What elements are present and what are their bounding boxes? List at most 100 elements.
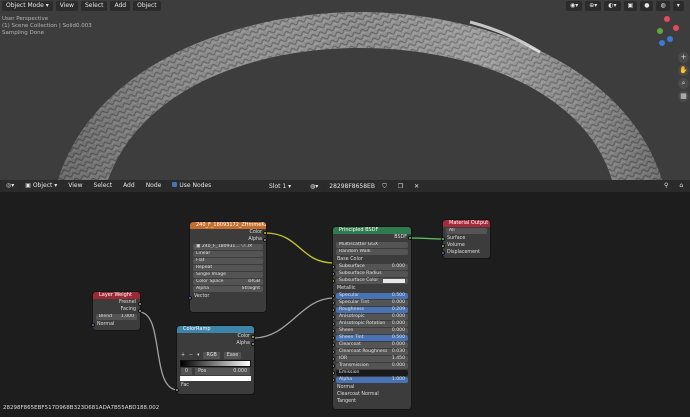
bsdf-input-value: 0.000 bbox=[391, 328, 405, 333]
subsurface-method-dropdown[interactable]: Random Walk bbox=[336, 249, 408, 255]
volume-socket[interactable] bbox=[441, 244, 445, 248]
image-name-field[interactable]: ▣ 240_F_180931... ⛉❐✕ bbox=[193, 244, 263, 250]
alpha-mode-dropdown[interactable]: Alpha Straight bbox=[193, 286, 263, 292]
layer-weight-title[interactable]: Layer Weight bbox=[93, 292, 140, 299]
stop-color-swatch[interactable] bbox=[180, 376, 251, 381]
bsdf-input-socket[interactable] bbox=[333, 371, 335, 375]
interpolation-dropdown[interactable]: Linear bbox=[193, 251, 263, 257]
bsdf-input-emission[interactable]: Emission bbox=[333, 370, 408, 376]
output-in-volume: Volume bbox=[447, 243, 465, 248]
bsdf-input-clearcoat-roughness[interactable]: Clearcoat Roughness 0.030 bbox=[333, 349, 408, 355]
output-title[interactable]: Material Output bbox=[443, 220, 490, 227]
gizmo-neg-z-icon[interactable] bbox=[667, 36, 673, 42]
bsdf-input-socket[interactable] bbox=[333, 272, 335, 276]
bsdf-input-value: 0.500 bbox=[391, 335, 405, 340]
ramp-color-socket[interactable] bbox=[251, 335, 255, 339]
bsdf-input-subsurface-color[interactable]: Subsurface Color bbox=[333, 278, 408, 284]
ramp-alpha-socket[interactable] bbox=[251, 342, 255, 346]
fresnel-socket[interactable] bbox=[138, 302, 142, 306]
source-dropdown[interactable]: Single Image bbox=[193, 272, 263, 278]
gizmo-y-axis-icon[interactable] bbox=[657, 28, 663, 34]
blend-field[interactable]: Blend 1.000 bbox=[96, 314, 137, 320]
bsdf-input-socket[interactable] bbox=[333, 322, 335, 326]
ramp-menu-icon[interactable]: ▾ bbox=[197, 352, 199, 359]
colorramp-node[interactable]: ColorRamp Color Alpha + − ▾ RGB Ease 0 P… bbox=[177, 326, 254, 394]
image-color-socket[interactable] bbox=[263, 231, 267, 235]
material-output-node[interactable]: Material Output All Surface Volume Displ… bbox=[443, 220, 490, 258]
projection-dropdown[interactable]: Flat bbox=[193, 258, 263, 264]
image-out-color: Color bbox=[249, 230, 262, 235]
perspective-toggle-icon[interactable]: ▦ bbox=[678, 91, 689, 102]
facing-socket[interactable] bbox=[138, 309, 142, 313]
image-alpha-socket[interactable] bbox=[263, 238, 267, 242]
remove-stop-button[interactable]: − bbox=[189, 352, 193, 359]
zoom-icon[interactable]: + bbox=[678, 52, 689, 63]
bsdf-input-socket[interactable] bbox=[333, 343, 335, 347]
add-stop-button[interactable]: + bbox=[181, 352, 185, 359]
bsdf-input-socket[interactable] bbox=[333, 350, 335, 354]
bsdf-input-roughness[interactable]: Roughness 0.209 bbox=[333, 307, 408, 313]
pan-hand-icon[interactable]: ✋ bbox=[678, 65, 689, 76]
bsdf-input-tangent: Tangent bbox=[333, 398, 411, 405]
bsdf-input-socket[interactable] bbox=[333, 336, 335, 340]
subsurface-color-swatch[interactable] bbox=[383, 279, 405, 283]
bsdf-input-socket[interactable] bbox=[333, 357, 335, 361]
displacement-socket[interactable] bbox=[441, 251, 445, 255]
surface-socket[interactable] bbox=[441, 237, 445, 241]
bsdf-inputs: Base Color Subsurface 0.000 Subsurface Radi… bbox=[333, 256, 411, 405]
navigation-gizmo[interactable] bbox=[655, 16, 679, 46]
principled-bsdf-node[interactable]: Principled BSDF BSDF Multiscatter GGX Ra… bbox=[333, 227, 411, 409]
ramp-controls: + − ▾ RGB Ease bbox=[177, 352, 254, 359]
distribution-dropdown[interactable]: Multiscatter GGX bbox=[336, 242, 408, 248]
gizmo-z-axis-icon[interactable] bbox=[664, 16, 670, 22]
bsdf-input-socket[interactable] bbox=[333, 315, 335, 319]
bsdf-input-socket[interactable] bbox=[333, 364, 335, 368]
bsdf-input-specular[interactable]: Specular 0.500 bbox=[333, 293, 408, 299]
shader-node-editor[interactable]: ◎▾ ▣ Object ▾ View Select Add Node Use N… bbox=[0, 180, 690, 417]
bsdf-input-subsurface-radius[interactable]: Subsurface Radius bbox=[333, 271, 408, 277]
bsdf-input-value: 0.000 bbox=[391, 264, 405, 269]
color-space-dropdown[interactable]: Color Space sRGB bbox=[193, 279, 263, 285]
stop-index-field[interactable]: 0 bbox=[181, 368, 193, 375]
3d-viewport[interactable]: Object Mode ▾ View Select Add Object ◉▾ … bbox=[0, 0, 690, 180]
camera-view-icon[interactable]: ⌕ bbox=[678, 78, 689, 89]
bsdf-input-socket[interactable] bbox=[333, 301, 335, 305]
image-texture-title[interactable]: 240_F_18093172_ZHmmeKzLjpg.001 bbox=[190, 222, 266, 229]
stop-pos-field[interactable]: Pos 0.000 bbox=[195, 368, 250, 375]
color-ramp-gradient[interactable] bbox=[180, 360, 251, 367]
bsdf-input-label: Specular Tint bbox=[339, 300, 370, 305]
bsdf-input-specular-tint[interactable]: Specular Tint 0.000 bbox=[333, 300, 408, 306]
bsdf-input-clearcoat-normal: Clearcoat Normal bbox=[333, 391, 411, 398]
bsdf-title[interactable]: Principled BSDF bbox=[333, 227, 411, 234]
gizmo-neg-y-icon[interactable] bbox=[659, 40, 665, 46]
bsdf-input-socket[interactable] bbox=[333, 294, 335, 298]
bsdf-input-socket[interactable] bbox=[333, 329, 335, 333]
bsdf-input-ior[interactable]: IOR 1.450 bbox=[333, 356, 408, 362]
bsdf-input-socket[interactable] bbox=[333, 308, 335, 312]
bsdf-input-alpha[interactable]: Alpha 1.000 bbox=[333, 377, 408, 383]
layer-normal-socket[interactable] bbox=[91, 323, 95, 327]
bsdf-input-socket[interactable] bbox=[333, 265, 335, 269]
bsdf-input-sheen[interactable]: Sheen 0.000 bbox=[333, 328, 408, 334]
bsdf-input-sheen-tint[interactable]: Sheen Tint 0.500 bbox=[333, 335, 408, 341]
ramp-interp-dropdown[interactable]: Ease bbox=[223, 352, 242, 359]
ramp-fac-socket[interactable] bbox=[175, 388, 179, 392]
bsdf-input-anisotropic-rotation[interactable]: Anisotropic Rotation 0.000 bbox=[333, 321, 408, 327]
bsdf-input-subsurface[interactable]: Subsurface 0.000 bbox=[333, 264, 408, 270]
gizmo-x-axis-icon[interactable] bbox=[673, 25, 679, 31]
bsdf-input-anisotropic[interactable]: Anisotropic 0.000 bbox=[333, 314, 408, 320]
output-target-dropdown[interactable]: All bbox=[446, 228, 487, 234]
extension-dropdown[interactable]: Repeat bbox=[193, 265, 263, 271]
bsdf-input-socket[interactable] bbox=[333, 378, 335, 382]
bsdf-input-clearcoat[interactable]: Clearcoat 0.000 bbox=[333, 342, 408, 348]
bsdf-input-label: Subsurface Radius bbox=[339, 271, 382, 276]
image-out-alpha: Alpha bbox=[248, 237, 262, 242]
bsdf-input-socket[interactable] bbox=[333, 279, 335, 283]
ramp-mode-dropdown[interactable]: RGB bbox=[203, 352, 220, 359]
bsdf-out-socket[interactable] bbox=[408, 236, 412, 240]
bsdf-input-transmission[interactable]: Transmission 0.000 bbox=[333, 363, 408, 369]
layer-weight-node[interactable]: Layer Weight Fresnel Facing Blend 1.000 N… bbox=[93, 292, 140, 330]
image-texture-node[interactable]: 240_F_18093172_ZHmmeKzLjpg.001 Color Alp… bbox=[190, 222, 266, 312]
image-vector-socket[interactable] bbox=[188, 296, 192, 300]
colorramp-title[interactable]: ColorRamp bbox=[177, 326, 254, 333]
